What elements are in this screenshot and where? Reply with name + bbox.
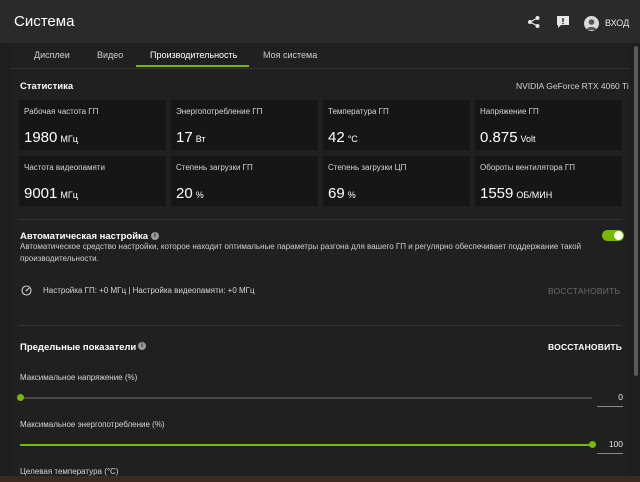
stat-card-gpu-load: Степень загрузки ГП 20% xyxy=(171,156,318,206)
stat-card-gpu-voltage: Напряжение ГП 0.875 Volt xyxy=(475,100,622,150)
share-icon[interactable] xyxy=(527,15,541,29)
background-strip xyxy=(0,476,640,482)
stat-card-gpu-temp: Температура ГП 42 °C xyxy=(323,100,470,150)
limits-title: Предельные показатели xyxy=(20,342,137,353)
stat-value: 20 xyxy=(176,185,193,202)
stat-value: 42 xyxy=(328,129,345,146)
limits-restore-button[interactable]: ВОССТАНОВИТЬ xyxy=(548,342,622,352)
divider xyxy=(18,219,622,220)
slider-thumb[interactable] xyxy=(589,441,596,448)
active-tab-indicator xyxy=(136,65,249,67)
info-icon[interactable]: i xyxy=(138,342,146,350)
stat-unit: % xyxy=(347,190,356,200)
stat-label: Напряжение ГП xyxy=(480,107,539,116)
stat-value: 0.875 xyxy=(480,129,518,146)
tab-my-system[interactable]: Моя система xyxy=(263,50,317,60)
stat-card-memory-clock: Частота видеопамяти 9001 МГц xyxy=(19,156,166,206)
stat-unit: % xyxy=(195,190,204,200)
user-avatar-icon[interactable] xyxy=(584,16,599,31)
stat-unit: °C xyxy=(347,134,358,144)
max-voltage-slider[interactable] xyxy=(17,394,592,401)
scrollbar[interactable] xyxy=(634,46,638,376)
tab-displays[interactable]: Дисплеи xyxy=(34,50,70,60)
feedback-icon[interactable] xyxy=(556,15,570,29)
stat-label: Обороты вентилятора ГП xyxy=(480,163,575,172)
stat-value: 17 xyxy=(176,129,193,146)
max-power-value[interactable]: 100 xyxy=(597,439,623,454)
stat-label: Энергопотребление ГП xyxy=(176,107,263,116)
max-voltage-value[interactable]: 0 xyxy=(597,392,623,407)
stat-unit: МГц xyxy=(60,134,78,144)
stat-unit: Вт xyxy=(195,134,206,144)
window-title: Система xyxy=(14,13,75,30)
tab-performance[interactable]: Производительность xyxy=(150,50,237,60)
auto-tune-toggle[interactable] xyxy=(602,230,624,241)
stat-label: Частота видеопамяти xyxy=(24,163,105,172)
stat-card-gpu-clock: Рабочая частота ГП 1980 МГц xyxy=(19,100,166,150)
stat-value: 1980 xyxy=(24,129,58,146)
gpu-name: NVIDIA GeForce RTX 4060 Ti xyxy=(516,81,629,91)
max-voltage-label: Максимальное напряжение (%) xyxy=(20,373,138,382)
divider xyxy=(18,325,622,326)
stat-unit: Volt xyxy=(520,134,536,144)
stat-card-fan-speed: Обороты вентилятора ГП 1559 ОБ/МИН xyxy=(475,156,622,206)
stat-value: 69 xyxy=(328,185,345,202)
slider-fill xyxy=(20,444,592,446)
overclock-status: Настройка ГП: +0 МГц | Настройка видеопа… xyxy=(43,286,255,295)
slider-thumb[interactable] xyxy=(17,394,24,401)
stat-value: 1559 xyxy=(480,185,514,202)
target-temp-label: Целевая температура (°C) xyxy=(20,467,119,476)
speedometer-icon xyxy=(21,285,32,296)
stat-unit: МГц xyxy=(60,190,78,200)
stat-label: Степень загрузки ЦП xyxy=(328,163,407,172)
stat-value: 9001 xyxy=(24,185,58,202)
info-icon[interactable]: i xyxy=(151,232,159,240)
login-button[interactable]: ВХОД xyxy=(605,18,629,28)
toggle-knob xyxy=(614,231,623,240)
tab-video[interactable]: Видео xyxy=(97,50,123,60)
stats-title: Статистика xyxy=(20,81,74,92)
stat-unit: ОБ/МИН xyxy=(516,190,553,200)
auto-tune-description: Автоматическое средство настройки, котор… xyxy=(20,242,582,263)
title-bar xyxy=(0,0,640,43)
auto-tune-restore-button[interactable]: ВОССТАНОВИТЬ xyxy=(548,286,620,296)
max-power-slider[interactable] xyxy=(20,441,596,448)
stat-label: Температура ГП xyxy=(328,107,389,116)
stat-label: Степень загрузки ГП xyxy=(176,163,253,172)
stat-card-gpu-power: Энергопотребление ГП 17 Вт xyxy=(171,100,318,150)
stat-label: Рабочая частота ГП xyxy=(24,107,99,116)
stat-card-cpu-load: Степень загрузки ЦП 69% xyxy=(323,156,470,206)
max-power-label: Максимальное энергопотребление (%) xyxy=(20,420,165,429)
